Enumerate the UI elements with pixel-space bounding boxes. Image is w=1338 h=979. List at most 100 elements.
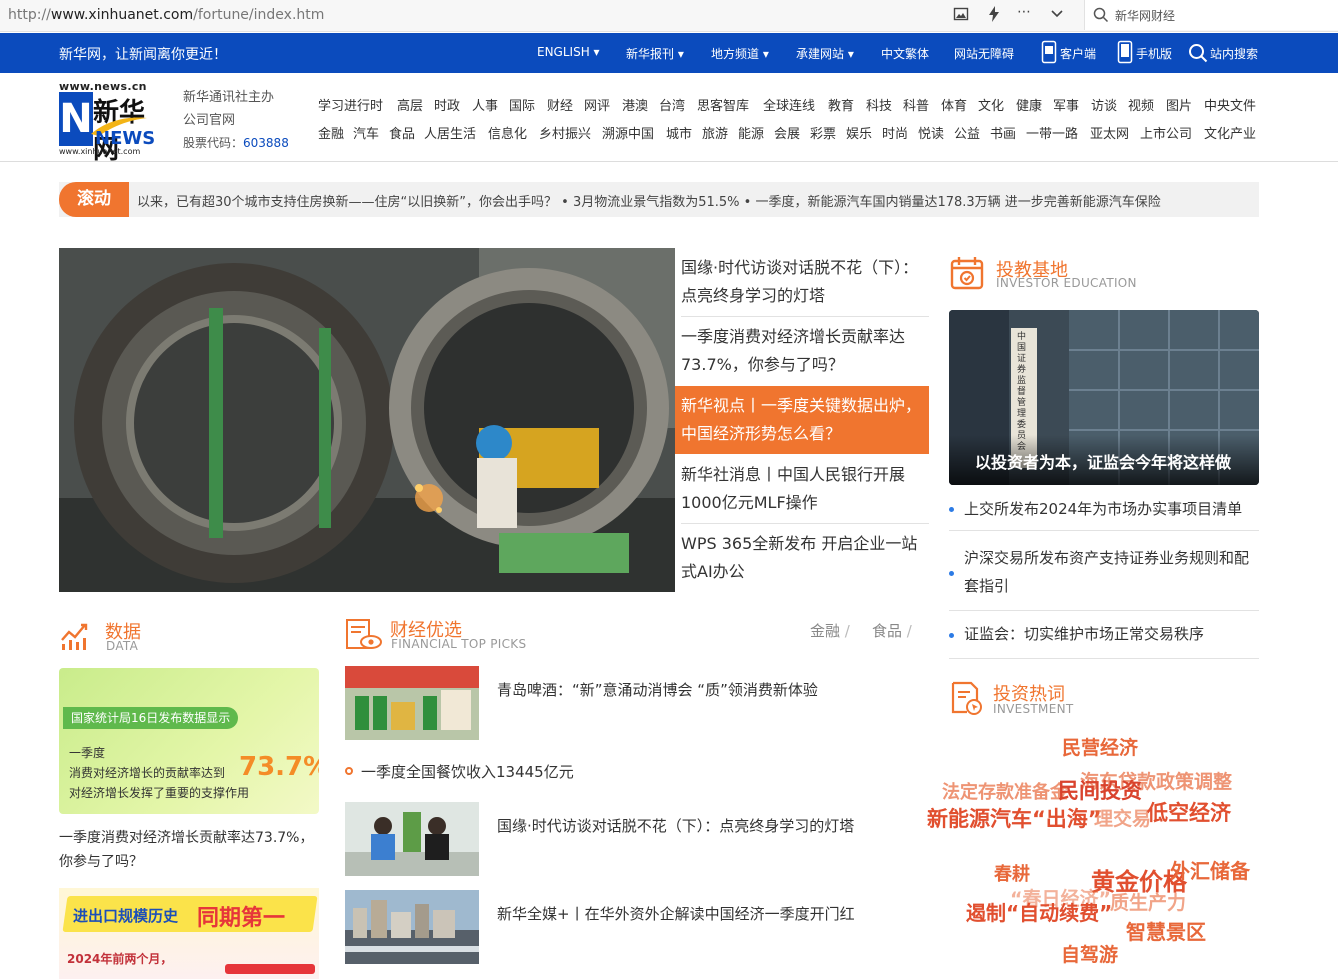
browser-search-box[interactable]: 新华网财经 <box>1084 0 1338 30</box>
channel-link[interactable]: 文化 <box>978 95 1004 114</box>
hot-word[interactable]: 理交易 <box>1094 804 1151 831</box>
channel-link[interactable]: 食品 <box>389 123 415 142</box>
lightning-icon[interactable] <box>987 6 1001 26</box>
channel-link[interactable]: 一带一路 <box>1026 123 1078 142</box>
data-infographic[interactable]: 国家统计局16日发布数据显示 一季度 消费对经济增长的贡献率达到 对经济增长发挥… <box>59 668 319 814</box>
channel-link[interactable]: 旅游 <box>702 123 728 142</box>
channel-link[interactable]: 图片 <box>1166 95 1192 114</box>
pick-thumbnail[interactable] <box>345 890 479 964</box>
channel-link[interactable]: 书画 <box>990 123 1016 142</box>
nav-accessibility[interactable]: 网站无障碍 <box>954 45 1014 62</box>
client-icon[interactable] <box>1041 40 1057 67</box>
chevron-down-icon[interactable] <box>1050 6 1064 26</box>
hot-word[interactable]: 质生产力 <box>1110 888 1186 915</box>
trade-banner[interactable]: 进出口规模历史 同期第一 2024年前两个月， <box>59 888 319 979</box>
channel-link[interactable]: 军事 <box>1053 95 1079 114</box>
nav-local-channels[interactable]: 地方频道 ▾ <box>711 45 769 62</box>
hot-word[interactable]: 自驾游 <box>1061 940 1118 967</box>
hot-word[interactable]: 智慧景区 <box>1126 916 1206 945</box>
headline-item[interactable]: 国缘·时代访谈对话脱不花（下）：点亮终身学习的灯塔 <box>675 254 929 310</box>
hot-word[interactable]: 遏制“自动续费” <box>966 897 1112 926</box>
channel-link[interactable]: 国际 <box>509 95 535 114</box>
channel-link[interactable]: 彩票 <box>810 123 836 142</box>
channel-link[interactable]: 时政 <box>434 95 460 114</box>
pick-title[interactable]: 新华全媒+丨在华外资外企解读中国经济一季度开门红 <box>497 903 855 924</box>
channel-link[interactable]: 上市公司 <box>1140 123 1192 142</box>
hot-word[interactable]: 外汇储备 <box>1170 855 1250 884</box>
headline-item[interactable]: WPS 365全新发布 开启企业一站式AI办公 <box>675 530 929 586</box>
channel-link[interactable]: 文化产业 <box>1204 123 1256 142</box>
more-icon[interactable]: ⋯ <box>1017 4 1031 20</box>
pick-thumbnail[interactable] <box>345 666 479 740</box>
channel-link[interactable]: 娱乐 <box>846 123 872 142</box>
hero-image[interactable] <box>59 248 675 592</box>
channel-link[interactable]: 溯源中国 <box>602 123 654 142</box>
channel-link[interactable]: 学习进行时 <box>318 95 383 114</box>
channel-link[interactable]: 能源 <box>738 123 764 142</box>
channel-link[interactable]: 人居生活 <box>424 123 476 142</box>
nav-hosted-sites[interactable]: 承建网站 ▾ <box>796 45 854 62</box>
eye-document-icon <box>346 619 382 649</box>
hot-word[interactable]: 低空经济 <box>1147 797 1231 827</box>
channel-link[interactable]: 访谈 <box>1091 95 1117 114</box>
channel-link[interactable]: 全球连线 <box>763 95 815 114</box>
channel-link[interactable]: 健康 <box>1016 95 1042 114</box>
channel-link[interactable]: 高层 <box>397 95 423 114</box>
channel-link[interactable]: 金融 <box>318 123 344 142</box>
channel-link[interactable]: 网评 <box>584 95 610 114</box>
headline-item[interactable]: 一季度消费对经济增长贡献率达73.7%，你参与了吗？ <box>675 323 929 379</box>
nav-traditional-chinese[interactable]: 中文繁体 <box>881 45 929 62</box>
hot-word[interactable]: 春耕 <box>994 860 1030 886</box>
hot-word[interactable]: 民间投资 <box>1058 775 1142 805</box>
channel-link[interactable]: 教育 <box>828 95 854 114</box>
channel-link[interactable]: 会展 <box>774 123 800 142</box>
stock-code[interactable]: 603888 <box>243 136 289 150</box>
channel-link[interactable]: 时尚 <box>882 123 908 142</box>
channel-link[interactable]: 台湾 <box>659 95 685 114</box>
channel-link[interactable]: 中央文件 <box>1204 95 1256 114</box>
channel-link[interactable]: 科技 <box>866 95 892 114</box>
invest-edu-image[interactable]: 中国证券监督管理委员会 以投资者为本，证监会今年将这样做 <box>949 310 1259 485</box>
channel-link[interactable]: 亚太网 <box>1090 123 1129 142</box>
channel-link[interactable]: 汽车 <box>353 123 379 142</box>
pick-title[interactable]: 青岛啤酒：“新”意涌动消博会 “质”领消费新体验 <box>497 679 818 700</box>
mobile-icon[interactable] <box>1117 40 1133 67</box>
channel-link[interactable]: 视频 <box>1128 95 1154 114</box>
channel-link[interactable]: 信息化 <box>488 123 527 142</box>
hot-word[interactable]: 法定存款准备金 <box>942 778 1068 804</box>
channel-link[interactable]: 人事 <box>472 95 498 114</box>
url-field[interactable]: http://www.xinhuanet.com/fortune/index.h… <box>8 7 324 23</box>
nav-site-search[interactable]: 站内搜索 <box>1210 45 1258 62</box>
pick-title[interactable]: 国缘·时代访谈对话脱不花（下）：点亮终身学习的灯塔 <box>497 815 854 836</box>
nav-client[interactable]: 客户端 <box>1060 45 1096 62</box>
invest-link[interactable]: 沪深交易所发布资产支持证券业务规则和配套指引 <box>964 544 1259 600</box>
tab-finance[interactable]: 金融 / <box>810 620 850 641</box>
headline-item-active[interactable]: 新华视点丨一季度关键数据出炉，中国经济形势怎么看？ <box>675 386 929 454</box>
tab-food[interactable]: 食品 / <box>872 620 912 641</box>
nav-mobile[interactable]: 手机版 <box>1136 45 1172 62</box>
pick-thumbnail[interactable] <box>345 802 479 876</box>
hot-word[interactable]: 新能源汽车“出海” <box>927 803 1102 833</box>
headline-item[interactable]: 新华社消息丨中国人民银行开展1000亿元MLF操作 <box>675 461 929 517</box>
pick-title[interactable]: 一季度全国餐饮收入13445亿元 <box>361 761 574 782</box>
channel-link[interactable]: 港澳 <box>622 95 648 114</box>
hot-word[interactable]: 民营经济 <box>1062 733 1138 760</box>
channel-link[interactable]: 体育 <box>941 95 967 114</box>
nav-newspapers[interactable]: 新华报刊 ▾ <box>626 45 684 62</box>
channel-link[interactable]: 科普 <box>903 95 929 114</box>
channel-link[interactable]: 悦读 <box>918 123 944 142</box>
image-icon[interactable] <box>953 6 969 26</box>
invest-link[interactable]: 上交所发布2024年为市场办实事项目清单 <box>964 495 1259 523</box>
nav-english[interactable]: ENGLISH ▾ <box>537 45 600 59</box>
channel-link[interactable]: 城市 <box>666 123 692 142</box>
invest-link[interactable]: 证监会：切实维护市场正常交易秩序 <box>964 620 1259 648</box>
data-caption-link[interactable]: 一季度消费对经济增长贡献率达73.7%，你参与了吗？ <box>59 826 319 874</box>
channel-link[interactable]: 公益 <box>954 123 980 142</box>
site-search-icon[interactable] <box>1188 43 1208 66</box>
channel-link[interactable]: 财经 <box>547 95 573 114</box>
xinhua-logo[interactable]: www.news.cn N 新华网 NEWS www.xinhuanet.com <box>59 80 155 165</box>
ticker-text[interactable]: 以来，已有超30个城市支持住房换新——住房“以旧换新”，你会出手吗？ • 3月物… <box>137 191 1252 210</box>
channel-link[interactable]: 乡村振兴 <box>539 123 591 142</box>
channel-link[interactable]: 思客智库 <box>697 95 749 114</box>
top-navigation: 新华网，让新闻离你更近！ ENGLISH ▾ 新华报刊 ▾ 地方频道 ▾ 承建网… <box>0 33 1338 73</box>
